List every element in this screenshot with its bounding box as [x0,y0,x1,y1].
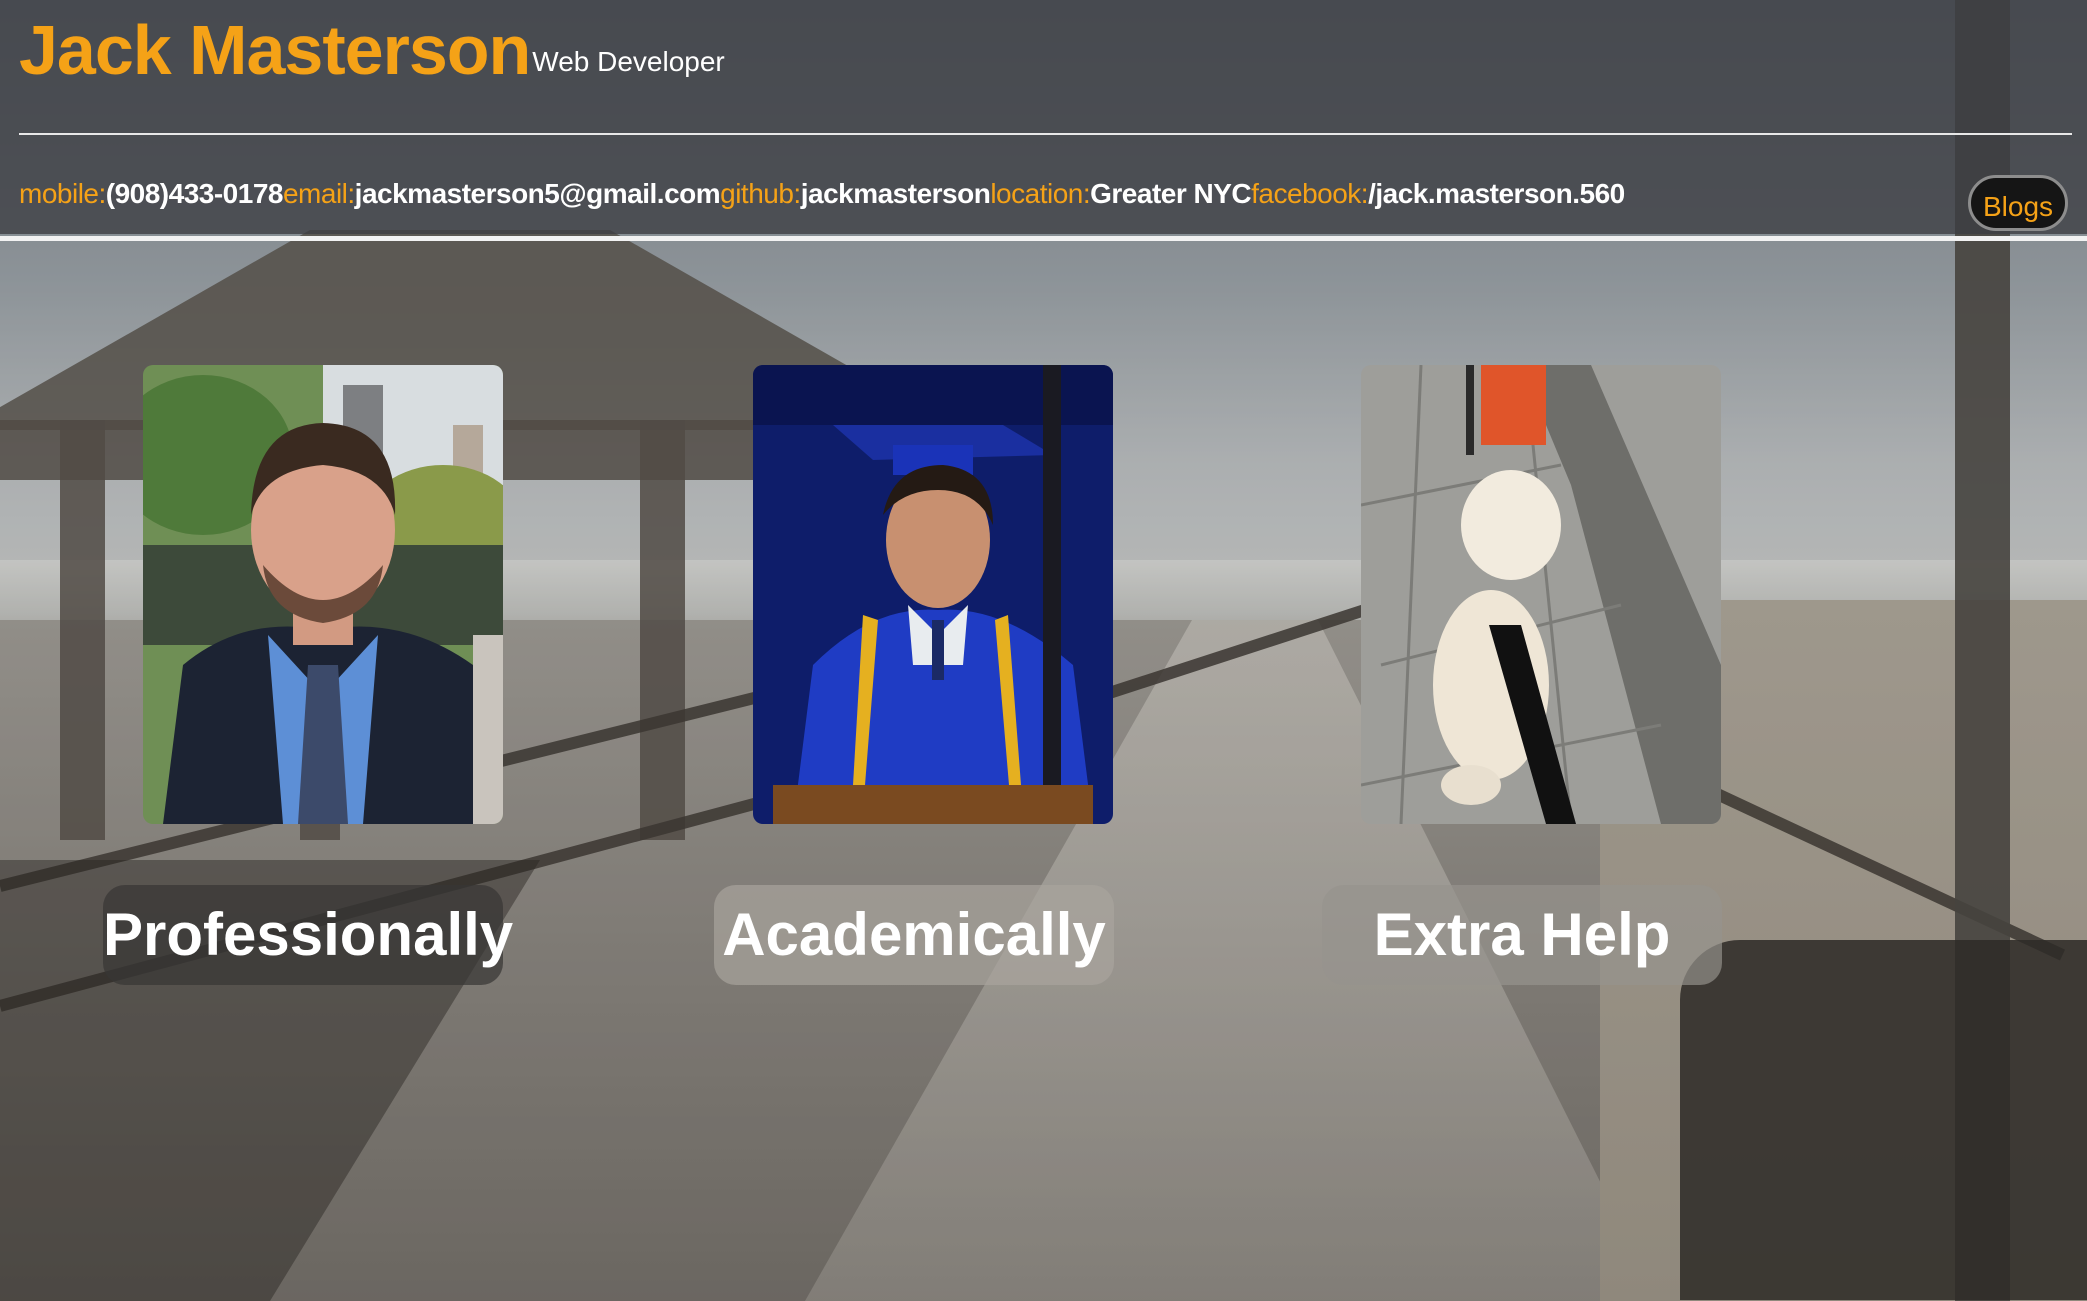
academically-button[interactable]: Academically [714,885,1114,985]
github-link[interactable]: jackmasterson [801,178,991,209]
job-title: Web Developer [532,46,725,77]
professional-photo[interactable] [143,365,503,824]
github-label: github: [720,178,801,209]
academic-photo[interactable] [753,365,1113,824]
location-label: location: [990,178,1091,209]
blogs-button[interactable]: Blogs [1968,175,2068,231]
location-value: Greater NYC [1090,178,1252,209]
site-name[interactable]: Jack Masterson [19,10,531,90]
extra-help-button[interactable]: Extra Help [1322,885,1722,985]
header-bottom-border [0,236,2087,241]
site-header: Jack Masterson Web Developer mobile:(908… [0,0,2087,234]
title-row: Jack Masterson Web Developer [19,10,725,90]
extra-help-photo[interactable] [1361,365,1721,824]
facebook-link[interactable]: /jack.masterson.560 [1368,178,1625,209]
email-link[interactable]: jackmasterson5@gmail.com [355,178,721,209]
mobile-value: (908)433-0178 [105,178,284,209]
contact-bar: mobile:(908)433-0178email:jackmasterson5… [19,176,1625,212]
email-label: email: [282,178,355,209]
mobile-label: mobile: [19,178,106,209]
header-divider [19,133,2072,135]
facebook-label: facebook: [1251,178,1369,209]
professionally-button[interactable]: Professionally [103,885,513,985]
